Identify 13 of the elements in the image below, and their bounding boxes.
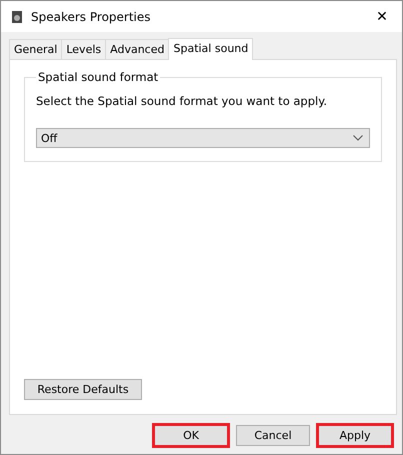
tab[interactable]: Spatial sound: [168, 38, 254, 60]
window-title: Speakers Properties: [31, 10, 152, 24]
dialog-button[interactable]: Apply: [318, 425, 392, 446]
speaker-icon: [11, 10, 23, 24]
dialog-button[interactable]: Cancel: [236, 425, 310, 446]
group-title: Spatial sound format: [37, 70, 160, 84]
dialog-button[interactable]: OK: [154, 425, 228, 446]
restore-defaults-button[interactable]: Restore Defaults: [24, 379, 142, 400]
close-button[interactable]: ✕: [362, 8, 402, 24]
chevron-down-icon: [353, 135, 363, 141]
format-dropdown[interactable]: Off: [36, 128, 370, 148]
description-text: Select the Spatial sound format you want to apply.: [36, 94, 328, 108]
tab[interactable]: General: [9, 39, 62, 59]
